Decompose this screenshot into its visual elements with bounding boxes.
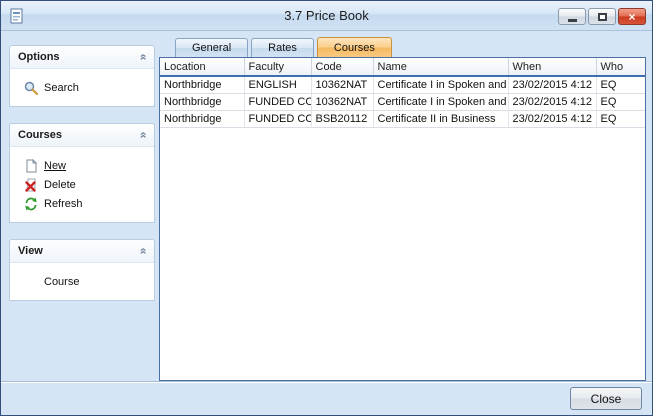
sidebar-item-refresh[interactable]: Refresh: [10, 194, 154, 213]
table-row[interactable]: Northbridge FUNDED COUR 10362NAT Certifi…: [160, 94, 645, 111]
sidebar-item-delete[interactable]: Delete: [10, 175, 154, 194]
group-title-options: Options: [18, 51, 60, 63]
group-header-view[interactable]: View »: [10, 240, 154, 263]
collapse-chevron-icon[interactable]: »: [137, 54, 149, 61]
sidebar: Options » Search Courses »: [9, 45, 155, 317]
cell-location[interactable]: Northbridge: [160, 111, 244, 128]
cell-location[interactable]: Northbridge: [160, 94, 244, 111]
sidebar-item-search[interactable]: Search: [10, 78, 154, 97]
minimize-button[interactable]: [558, 8, 586, 25]
column-header-location[interactable]: Location: [160, 58, 244, 76]
group-body-options: Search: [10, 69, 154, 106]
delete-icon: [24, 178, 38, 192]
cell-when[interactable]: 23/02/2015 4:12: [508, 76, 596, 94]
search-icon: [24, 81, 38, 95]
cell-who[interactable]: EQ: [596, 111, 645, 128]
tab-courses[interactable]: Courses: [317, 37, 392, 57]
courses-grid: Location Faculty Code Name When Who Nort…: [159, 57, 646, 381]
column-header-code[interactable]: Code: [311, 58, 373, 76]
minimize-icon: [568, 19, 577, 22]
tab-general[interactable]: General: [175, 38, 248, 57]
footer-bar: Close: [1, 381, 652, 415]
cell-when[interactable]: 23/02/2015 4:12: [508, 94, 596, 111]
cell-code[interactable]: BSB20112: [311, 111, 373, 128]
close-window-button[interactable]: ×: [618, 8, 646, 25]
sidebar-group-courses: Courses » New Delete: [9, 123, 155, 223]
sidebar-item-label: Course: [44, 276, 79, 288]
tab-bar: General Rates Courses: [159, 37, 646, 57]
cell-code[interactable]: 10362NAT: [311, 94, 373, 111]
window-title: 3.7 Price Book: [1, 8, 652, 23]
collapse-chevron-icon[interactable]: »: [137, 132, 149, 139]
column-header-when[interactable]: When: [508, 58, 596, 76]
cell-name[interactable]: Certificate I in Spoken and: [373, 94, 508, 111]
tab-rates[interactable]: Rates: [251, 38, 314, 57]
table-header-row: Location Faculty Code Name When Who: [160, 58, 645, 76]
cell-code[interactable]: 10362NAT: [311, 76, 373, 94]
main-panel: General Rates Courses Location Faculty C…: [159, 37, 646, 381]
sidebar-item-new[interactable]: New: [10, 156, 154, 175]
group-header-options[interactable]: Options »: [10, 46, 154, 69]
price-book-window: 3.7 Price Book × Options » Search: [0, 0, 653, 416]
cell-name[interactable]: Certificate II in Business: [373, 111, 508, 128]
cell-faculty[interactable]: FUNDED COUR: [244, 94, 311, 111]
group-title-view: View: [18, 245, 43, 257]
sidebar-item-label: New: [44, 160, 66, 172]
cell-who[interactable]: EQ: [596, 76, 645, 94]
table-row[interactable]: Northbridge FUNDED COUR BSB20112 Certifi…: [160, 111, 645, 128]
cell-faculty[interactable]: ENGLISH: [244, 76, 311, 94]
group-header-courses[interactable]: Courses »: [10, 124, 154, 147]
close-button[interactable]: Close: [570, 387, 642, 410]
column-header-who[interactable]: Who: [596, 58, 645, 76]
refresh-icon: [24, 197, 38, 211]
collapse-chevron-icon[interactable]: »: [137, 248, 149, 255]
cell-faculty[interactable]: FUNDED COUR: [244, 111, 311, 128]
new-document-icon: [24, 159, 38, 173]
cell-name[interactable]: Certificate I in Spoken and: [373, 76, 508, 94]
sidebar-item-label: Delete: [44, 179, 76, 191]
cell-who[interactable]: EQ: [596, 94, 645, 111]
group-body-courses: New Delete: [10, 147, 154, 222]
sidebar-group-options: Options » Search: [9, 45, 155, 107]
courses-table: Location Faculty Code Name When Who Nort…: [160, 58, 645, 128]
sidebar-item-course[interactable]: Course: [10, 272, 154, 291]
maximize-icon: [598, 13, 607, 21]
window-controls: ×: [556, 8, 646, 25]
table-row[interactable]: Northbridge ENGLISH 10362NAT Certificate…: [160, 76, 645, 94]
group-body-view: Course: [10, 263, 154, 300]
column-header-name[interactable]: Name: [373, 58, 508, 76]
column-header-faculty[interactable]: Faculty: [244, 58, 311, 76]
sidebar-item-label: Search: [44, 82, 79, 94]
sidebar-item-label: Refresh: [44, 198, 83, 210]
titlebar: 3.7 Price Book ×: [1, 1, 652, 31]
cell-location[interactable]: Northbridge: [160, 76, 244, 94]
cell-when[interactable]: 23/02/2015 4:12: [508, 111, 596, 128]
sidebar-group-view: View » Course: [9, 239, 155, 301]
group-title-courses: Courses: [18, 129, 62, 141]
close-icon: ×: [628, 10, 635, 24]
maximize-button[interactable]: [588, 8, 616, 25]
